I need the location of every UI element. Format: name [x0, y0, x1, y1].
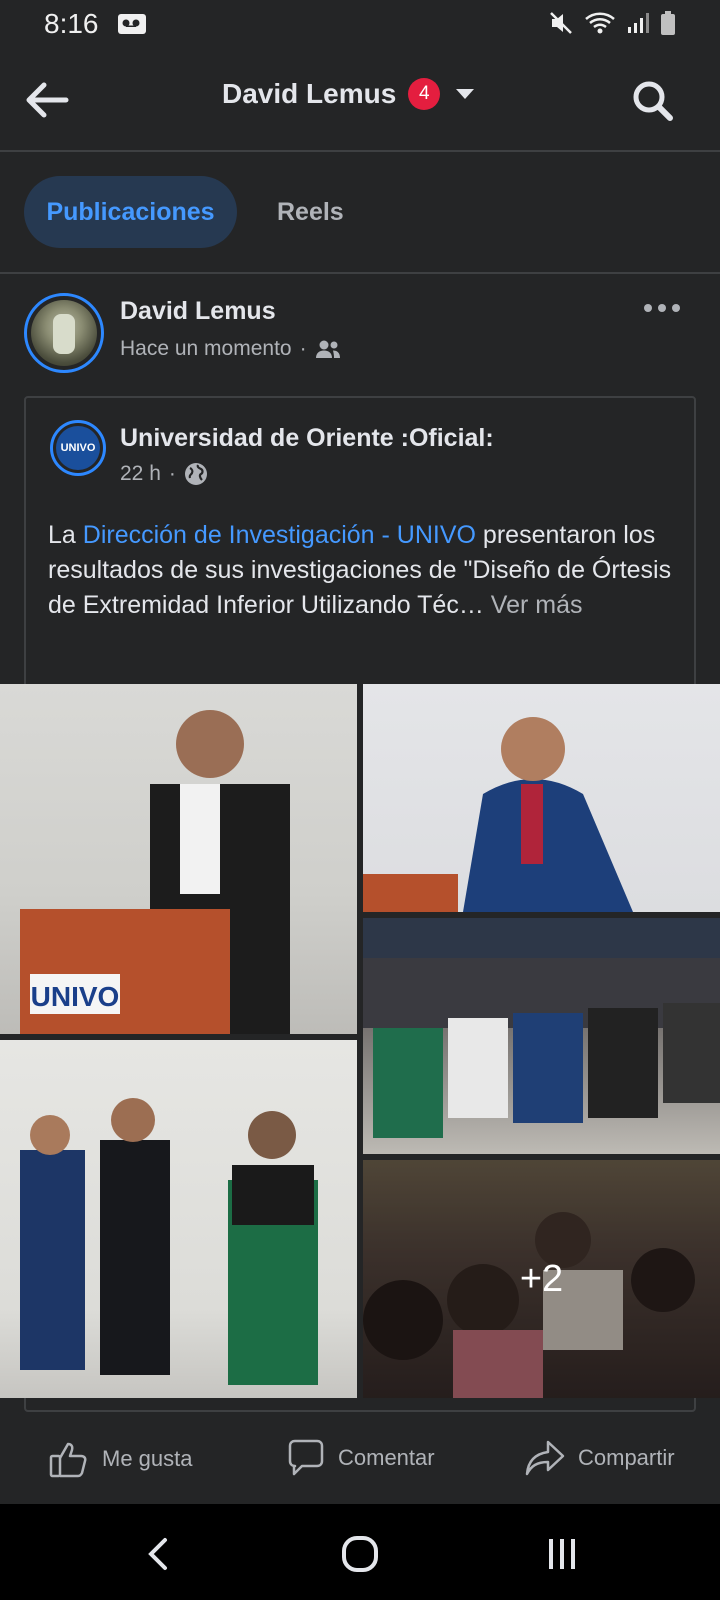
photo-audience-front-row[interactable]	[363, 918, 720, 1154]
battery-icon	[661, 11, 675, 35]
mention-link[interactable]: Dirección de Investigación - UNIVO	[83, 521, 476, 549]
photo-speaker-microphone[interactable]	[363, 684, 720, 912]
shared-post-time[interactable]: 22 h	[120, 462, 161, 486]
post-text-prefix: La	[48, 521, 83, 549]
nav-recents-button[interactable]	[538, 1530, 586, 1578]
tabs-divider	[0, 272, 720, 274]
globe-icon	[184, 463, 207, 485]
caret-down-icon	[456, 89, 475, 99]
post-meta: Hace un momento ·	[120, 337, 341, 361]
post-time[interactable]: Hace un momento	[120, 337, 292, 361]
notification-badge: 4	[408, 78, 441, 110]
status-bar: 8:16	[0, 0, 720, 50]
post-action-bar: Me gusta Comentar Compartir	[0, 1420, 720, 1500]
like-button[interactable]: Me gusta	[48, 1438, 193, 1480]
photo-three-presenters[interactable]	[0, 1040, 357, 1398]
recents-icon	[549, 1539, 575, 1569]
nav-back-button[interactable]	[134, 1530, 182, 1578]
share-button[interactable]: Compartir	[524, 1438, 675, 1478]
share-label: Compartir	[578, 1445, 675, 1470]
profile-tabs: Publicaciones Reels	[0, 152, 720, 272]
header-title: David Lemus	[222, 78, 397, 109]
mute-icon	[550, 12, 572, 34]
home-circle-icon	[342, 1536, 378, 1572]
svg-text:UNIVO: UNIVO	[31, 981, 120, 1012]
meta-separator: ·	[299, 337, 307, 360]
like-label: Me gusta	[102, 1446, 193, 1471]
post-author-name[interactable]: David Lemus	[120, 297, 276, 326]
see-more-link[interactable]: Ver más	[484, 591, 583, 619]
chevron-left-icon	[148, 1538, 167, 1570]
page-avatar-logo: UNIVO	[56, 426, 100, 470]
system-nav-bar	[0, 1504, 720, 1600]
status-time: 8:16	[44, 8, 99, 39]
page-avatar[interactable]: UNIVO	[50, 420, 106, 476]
wifi-icon	[585, 12, 615, 34]
arrow-left-icon[interactable]	[22, 76, 72, 124]
signal-icon	[628, 13, 649, 33]
tab-publicaciones[interactable]: Publicaciones	[24, 176, 237, 248]
photo-audience-students[interactable]: +2	[363, 1160, 720, 1398]
friends-icon	[315, 340, 340, 358]
comment-icon	[288, 1439, 324, 1476]
thumbs-up-icon	[49, 1442, 87, 1478]
comment-button[interactable]: Comentar	[286, 1438, 435, 1478]
photo-speaker-podium[interactable]: UNIVO	[0, 684, 357, 1034]
meta-separator: ·	[168, 462, 176, 485]
voicemail-icon	[118, 14, 146, 34]
shared-post-text: La Dirección de Investigación - UNIVO pr…	[48, 518, 678, 623]
more-photos-overlay[interactable]: +2	[363, 1160, 720, 1398]
shared-page-name[interactable]: Universidad de Oriente :Oficial:	[120, 424, 494, 453]
nav-home-button[interactable]	[336, 1530, 384, 1578]
search-icon[interactable]	[628, 76, 676, 124]
shared-post-meta: 22 h ·	[120, 462, 208, 486]
profile-switcher[interactable]: David Lemus 4	[222, 78, 475, 110]
tab-reels[interactable]: Reels	[260, 176, 361, 248]
post-options-button[interactable]	[644, 298, 684, 318]
photo-grid: UNIVO +2	[0, 684, 720, 1398]
author-avatar[interactable]	[24, 293, 104, 373]
comment-label: Comentar	[338, 1445, 435, 1470]
share-icon	[525, 1440, 565, 1476]
app-header: David Lemus 4	[0, 50, 720, 150]
